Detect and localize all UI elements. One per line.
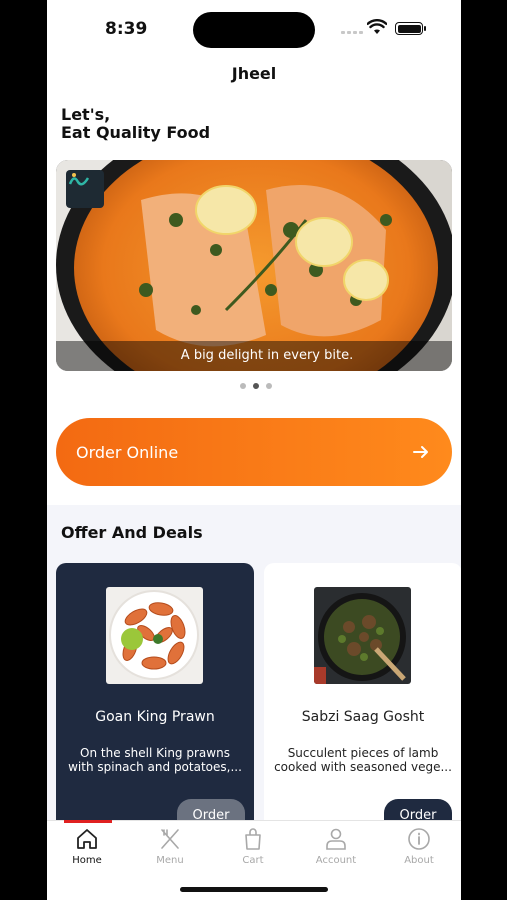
info-icon: [408, 828, 430, 850]
tab-about[interactable]: About: [389, 827, 449, 866]
active-tab-indicator: [64, 820, 112, 823]
battery-icon: [395, 22, 426, 35]
offer-image-saag-gosht: [314, 587, 411, 684]
offer-card[interactable]: Goan King Prawn On the shell King prawns…: [56, 563, 254, 833]
offer-description: Succulent pieces of lamb cooked with sea…: [274, 746, 452, 774]
carousel-indicator[interactable]: [240, 383, 272, 389]
tab-menu[interactable]: Menu: [140, 827, 200, 866]
offer-card[interactable]: Sabzi Saag Gosht Succulent pieces of lam…: [264, 563, 461, 833]
jheel-logo: [66, 170, 104, 208]
offer-image-prawn: [106, 587, 203, 684]
tab-cart[interactable]: Cart: [223, 827, 283, 866]
offer-description-line: Succulent pieces of lamb: [287, 746, 439, 760]
tab-label: About: [404, 855, 434, 866]
home-icon: [77, 829, 97, 849]
carousel-dot[interactable]: [266, 383, 272, 389]
offer-description: On the shell King prawns with spinach an…: [66, 746, 244, 774]
banner-food-image: [56, 160, 452, 371]
offers-title: Offer And Deals: [61, 523, 203, 542]
tab-label: Home: [72, 855, 102, 866]
cellular-signal-icon: [341, 31, 363, 34]
offer-description-line: cooked with seasoned vege...: [274, 760, 452, 774]
arrow-right-icon: [413, 446, 428, 458]
user-icon: [326, 828, 346, 850]
tab-home[interactable]: Home: [57, 827, 117, 866]
tab-account[interactable]: Account: [306, 827, 366, 866]
fork-knife-icon: [161, 829, 179, 849]
order-online-button[interactable]: Order Online: [56, 418, 452, 486]
carousel-dot-active[interactable]: [253, 383, 259, 389]
offer-name: Goan King Prawn: [95, 709, 215, 725]
wifi-icon: [367, 19, 387, 34]
banner-caption: A big delight in every bite.: [56, 341, 452, 371]
greeting: Let's, Eat Quality Food: [61, 106, 210, 142]
offers-section: Offer And Deals Goan King Prawn On the s…: [47, 505, 461, 833]
tab-label: Account: [315, 855, 357, 866]
app-screen: 8:39 Jheel Let's, Eat Quality Food A big…: [47, 0, 461, 900]
home-indicator[interactable]: [180, 887, 328, 892]
status-bar: 8:39: [47, 0, 461, 58]
greeting-line-1: Let's,: [61, 105, 111, 124]
carousel-dot[interactable]: [240, 383, 246, 389]
tab-label: Menu: [156, 855, 184, 866]
order-online-label: Order Online: [76, 442, 179, 462]
offer-description-line: On the shell King prawns: [80, 746, 230, 760]
banner-carousel[interactable]: A big delight in every bite.: [56, 160, 452, 371]
dynamic-island: [193, 12, 315, 48]
tab-label: Cart: [242, 855, 264, 866]
status-time: 8:39: [105, 19, 148, 39]
app-title: Jheel: [231, 64, 277, 83]
offer-description-line: with spinach and potatoes,...: [68, 760, 242, 774]
greeting-line-2: Eat Quality Food: [61, 123, 211, 142]
shopping-bag-icon: [245, 828, 261, 850]
offer-name: Sabzi Saag Gosht: [301, 709, 425, 725]
